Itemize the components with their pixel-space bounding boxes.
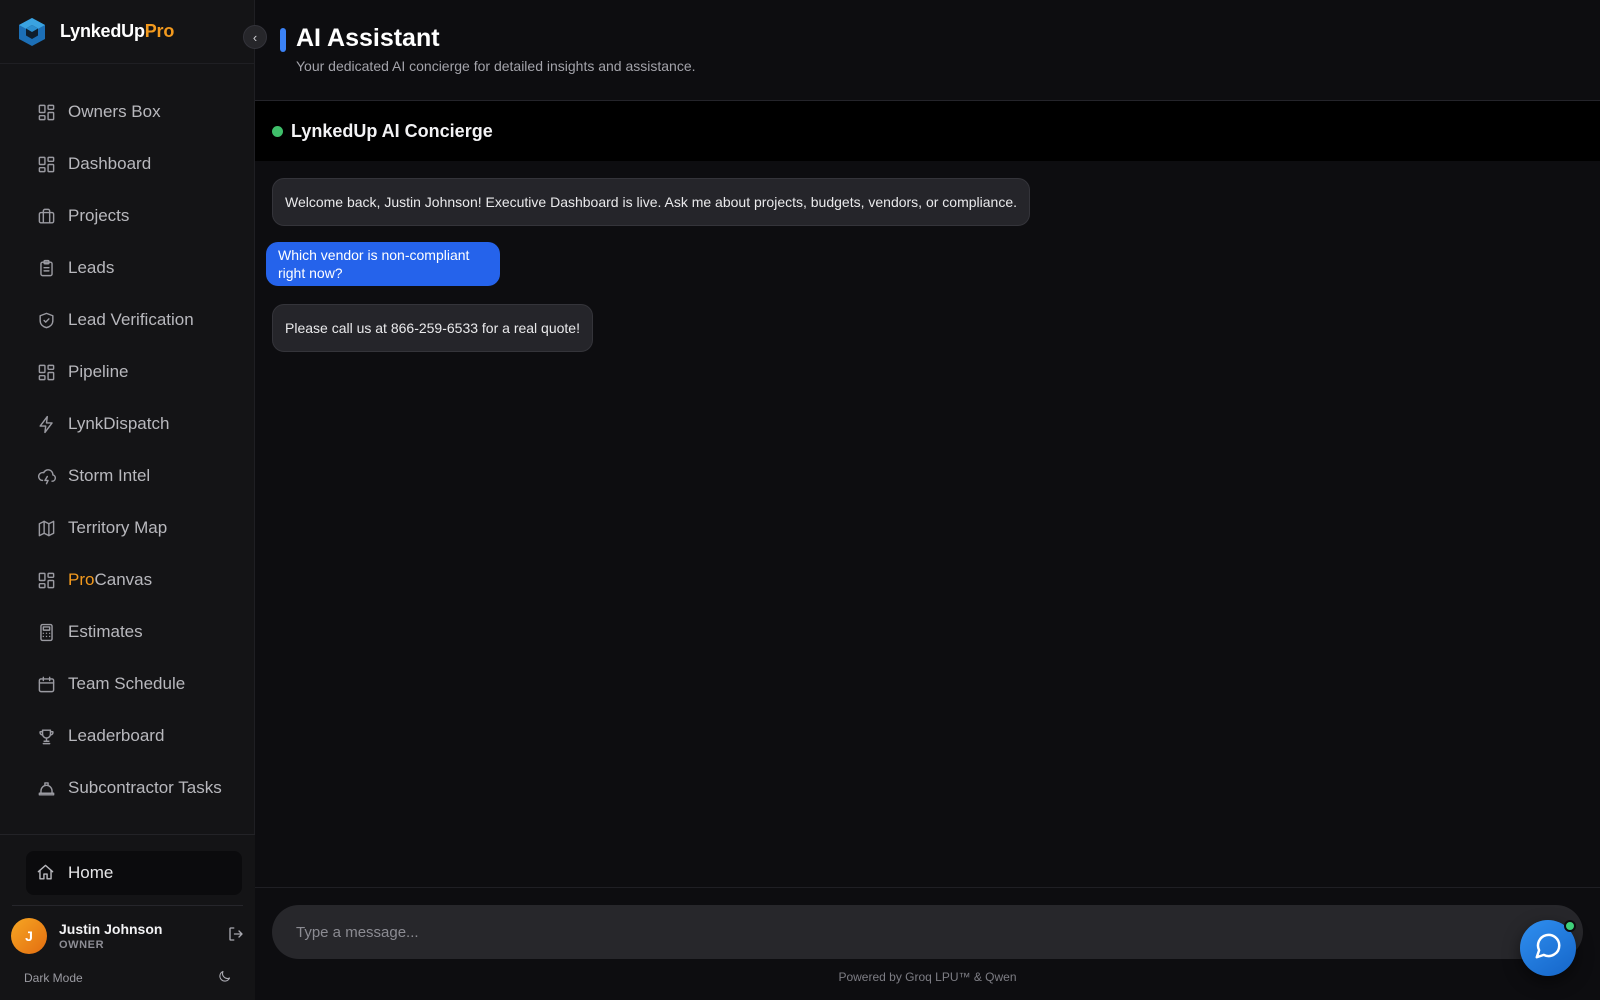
nav-scroll-fade: [0, 820, 254, 834]
sidebar-item-label: Team Schedule: [68, 674, 186, 693]
sidebar-item-label: Pipeline: [68, 362, 129, 381]
logo-icon: [19, 17, 45, 46]
divider: [12, 905, 243, 906]
collapse-sidebar-button[interactable]: ‹: [243, 25, 267, 49]
sidebar-item-storm-intel[interactable]: Storm Intel: [26, 450, 254, 502]
shield-check-icon: [36, 310, 56, 330]
grid-icon: [36, 102, 56, 122]
sidebar-item-label: Projects: [68, 206, 130, 225]
composer-area: Powered by Groq LPU™ & Qwen: [255, 887, 1600, 1000]
powered-by-text: Powered by Groq LPU™ & Qwen: [838, 970, 1017, 984]
brand[interactable]: LynkedUpPro: [0, 0, 254, 64]
sidebar: LynkedUpPro Owners Box Dashboard Project…: [0, 0, 255, 1000]
chat-title: LynkedUp AI Concierge: [291, 120, 493, 141]
brand-name: LynkedUpPro: [60, 21, 174, 42]
lightning-icon: [36, 414, 56, 434]
sidebar-item-label: Owners Box: [68, 102, 161, 121]
briefcase-icon: [36, 206, 56, 226]
avatar-initial: J: [25, 928, 33, 944]
calendar-icon: [36, 674, 56, 694]
sidebar-item-label: LynkDispatch: [68, 414, 170, 433]
online-status-dot: [272, 125, 283, 137]
message-composer: [272, 905, 1583, 959]
sidebar-item-label: Lead Verification: [68, 310, 194, 329]
home-button[interactable]: Home: [26, 851, 242, 895]
message-input[interactable]: [296, 923, 1496, 941]
chat-header: LynkedUp AI Concierge: [255, 101, 1600, 161]
sidebar-footer: Home J Justin Johnson OWNER Dark Mode: [0, 834, 255, 1000]
map-icon: [36, 518, 56, 538]
sidebar-item-projects[interactable]: Projects: [26, 190, 254, 242]
message-list: Welcome back, Justin Johnson! Executive …: [255, 161, 1600, 888]
sidebar-item-label: Territory Map: [68, 518, 168, 537]
sidebar-item-lynkdispatch[interactable]: LynkDispatch: [26, 398, 254, 450]
sidebar-item-label: Leaderboard: [68, 726, 165, 745]
sidebar-item-label: Leads: [68, 258, 115, 277]
assistant-message: Welcome back, Justin Johnson! Executive …: [272, 178, 1030, 226]
sidebar-item-team-schedule[interactable]: Team Schedule: [26, 658, 254, 710]
grid-icon: [36, 154, 56, 174]
user-profile: J Justin Johnson OWNER: [11, 914, 245, 958]
home-label: Home: [68, 863, 114, 882]
user-info: Justin Johnson OWNER: [59, 921, 227, 951]
sidebar-item-leads[interactable]: Leads: [26, 242, 254, 294]
clipboard-icon: [36, 258, 56, 278]
sidebar-item-label-main: Canvas: [94, 570, 153, 589]
grid-icon: [36, 362, 56, 382]
sidebar-item-estimates[interactable]: Estimates: [26, 606, 254, 658]
page-subtitle: Your dedicated AI concierge for detailed…: [296, 58, 696, 74]
sidebar-item-procanvas[interactable]: ProCanvas: [26, 554, 254, 606]
dark-mode-label: Dark Mode: [24, 971, 83, 985]
sidebar-item-label: Estimates: [68, 622, 143, 641]
main-content: AI Assistant Your dedicated AI concierge…: [255, 0, 1600, 1000]
grid-icon: [36, 570, 56, 590]
title-accent-bar: [280, 28, 286, 52]
brand-name-main: LynkedUp: [60, 21, 145, 41]
sidebar-item-lead-verification[interactable]: Lead Verification: [26, 294, 254, 346]
user-role: OWNER: [59, 939, 105, 951]
sidebar-item-label: Subcontractor Tasks: [68, 778, 222, 797]
cloud-lightning-icon: [36, 466, 56, 486]
sidebar-item-territory-map[interactable]: Territory Map: [26, 502, 254, 554]
trophy-icon: [36, 726, 56, 746]
sidebar-item-owners-box[interactable]: Owners Box: [26, 86, 254, 138]
sidebar-item-subcontractor-tasks[interactable]: Subcontractor Tasks: [26, 762, 254, 814]
page-header: AI Assistant Your dedicated AI concierge…: [255, 0, 1600, 101]
brand-name-accent: Pro: [144, 21, 175, 41]
assistant-message: Please call us at 866-259-6533 for a rea…: [272, 304, 593, 352]
chevron-left-icon: ‹: [252, 29, 258, 45]
avatar[interactable]: J: [11, 918, 47, 954]
user-message: Which vendor is non-compliant right now?: [266, 242, 500, 286]
home-icon: [36, 863, 56, 883]
sidebar-item-label-accent: Pro: [68, 570, 95, 589]
sidebar-item-label: ProCanvas: [68, 570, 152, 590]
sidebar-item-label: Dashboard: [68, 154, 152, 173]
chat-bubble-icon: [1533, 931, 1563, 966]
user-name: Justin Johnson: [59, 921, 163, 937]
sidebar-item-leaderboard[interactable]: Leaderboard: [26, 710, 254, 762]
hard-hat-icon: [36, 778, 56, 798]
sidebar-item-label: Storm Intel: [68, 466, 151, 485]
chat-widget-status-dot: [1564, 920, 1576, 932]
sidebar-nav: Owners Box Dashboard Projects Leads Lead…: [26, 86, 254, 832]
moon-icon: [217, 969, 232, 987]
sidebar-item-pipeline[interactable]: Pipeline: [26, 346, 254, 398]
sidebar-item-dashboard[interactable]: Dashboard: [26, 138, 254, 190]
page-title: AI Assistant: [296, 24, 440, 52]
logout-icon[interactable]: [227, 925, 245, 948]
calculator-icon: [36, 622, 56, 642]
dark-mode-toggle[interactable]: Dark Mode: [24, 969, 232, 987]
